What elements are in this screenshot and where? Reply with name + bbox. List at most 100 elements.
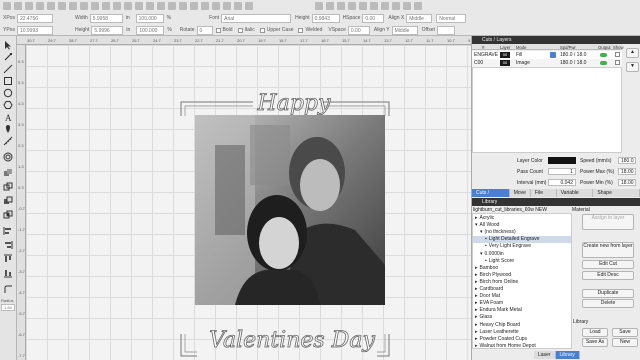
tree-arrow-icon[interactable]: ▸ <box>475 272 478 278</box>
layer-mode[interactable]: Fill <box>516 51 522 59</box>
library-item[interactable]: ▸ Door Mat <box>473 293 571 300</box>
assign-to-layer-button[interactable]: Assign to layer <box>582 214 634 230</box>
vspace-input[interactable]: 0.00 <box>347 25 370 35</box>
copy-icon[interactable] <box>80 2 88 10</box>
library-item[interactable]: ▸ Birch from Online <box>473 279 571 286</box>
position-laser-icon[interactable] <box>3 124 13 134</box>
library-item[interactable]: ▸ Heavy Chip Board <box>473 322 571 329</box>
rotate-icon[interactable] <box>381 2 389 10</box>
interval-input[interactable]: 0.042 <box>548 179 576 186</box>
camera-icon[interactable] <box>157 2 165 10</box>
upper-case-checkbox[interactable] <box>259 27 265 33</box>
edit-cut-button[interactable]: Edit Cut <box>582 260 634 269</box>
tree-arrow-icon[interactable]: ▸ <box>475 343 478 348</box>
library-item[interactable]: ▪ Very Light Engrave <box>473 243 571 250</box>
new-button[interactable]: New <box>612 338 638 347</box>
scale-x-input[interactable]: 100.000 <box>135 13 164 23</box>
device-icon[interactable] <box>190 2 198 10</box>
offset-icon[interactable] <box>414 2 422 10</box>
ellipse-tool-icon[interactable] <box>3 88 13 98</box>
output-toggle-icon[interactable] <box>600 53 607 57</box>
line-tool-icon[interactable] <box>3 64 13 74</box>
library-item[interactable]: ▸ Walnut from Home Depot <box>473 343 571 348</box>
power-max-input[interactable]: 18.00 <box>618 168 636 175</box>
zoom-fit-icon[interactable] <box>135 2 143 10</box>
tree-arrow-icon[interactable]: ▾ <box>480 229 483 235</box>
boolean-subtract-icon[interactable] <box>3 196 13 206</box>
tree-arrow-icon[interactable]: ▸ <box>475 307 478 313</box>
library-item[interactable]: ▸ Acrylic <box>473 215 571 222</box>
zoom-out-icon[interactable] <box>124 2 132 10</box>
group-icon[interactable] <box>359 2 367 10</box>
library-item[interactable]: ▾ All Wood <box>473 222 571 229</box>
boolean-intersect-icon[interactable] <box>3 210 13 220</box>
layer-entry-icon[interactable]: ▪ <box>485 243 487 249</box>
delete-button[interactable]: Delete <box>582 299 634 308</box>
happy-text[interactable]: Happy <box>249 91 339 117</box>
tree-arrow-icon[interactable]: ▸ <box>475 329 478 335</box>
tab-move[interactable]: Move <box>509 189 531 197</box>
tab-variable-text[interactable]: Variable Text <box>556 189 594 204</box>
undo-icon[interactable] <box>36 2 44 10</box>
show-checkbox[interactable] <box>615 52 620 57</box>
measure-tool-icon[interactable] <box>3 136 13 146</box>
save-button[interactable]: Save <box>612 328 638 337</box>
cut-icon[interactable] <box>69 2 77 10</box>
library-item[interactable]: ▪ Light Score <box>473 258 571 265</box>
tree-arrow-icon[interactable]: ▸ <box>475 279 478 285</box>
layer-color-swatch-large[interactable] <box>548 157 576 164</box>
engrave-photo[interactable] <box>195 115 385 305</box>
power-min-input[interactable]: 18.00 <box>618 179 636 186</box>
mode-dropdown-icon[interactable] <box>550 52 556 58</box>
valentines-day-text[interactable]: Valentines Day <box>197 328 387 354</box>
align-top-icon[interactable] <box>3 254 13 264</box>
align-left-icon[interactable] <box>3 226 13 236</box>
weld-shapes-icon[interactable] <box>3 168 13 178</box>
text-tool-icon[interactable]: A <box>3 112 13 123</box>
layer-mode[interactable]: Image <box>516 59 530 67</box>
width-input[interactable]: 5.9958 <box>89 13 123 23</box>
alignx-select[interactable]: Middle <box>406 13 433 23</box>
import-icon[interactable] <box>58 2 66 10</box>
tree-arrow-icon[interactable]: ▾ <box>475 222 478 228</box>
tree-arrow-icon[interactable]: ▸ <box>475 286 478 292</box>
library-item[interactable]: ▾ 0.0000in <box>473 251 571 258</box>
layer-entry-icon[interactable]: ▪ <box>485 258 487 264</box>
library-item[interactable]: ▸ Bamboo <box>473 265 571 272</box>
font-height-input[interactable]: 0.9843 <box>311 13 340 23</box>
library-item[interactable]: ▸ EVA Foam <box>473 300 571 307</box>
open-icon[interactable] <box>14 2 22 10</box>
boolean-icon[interactable] <box>392 2 400 10</box>
library-item[interactable]: ▸ Birch Plywood <box>473 272 571 279</box>
library-tree[interactable]: ▸ Acrylic ▾ All Wood ▾ (no thickness) ▪ Light D… <box>472 213 572 349</box>
create-from-layer-button[interactable]: Create new from layer <box>582 242 634 258</box>
tree-arrow-icon[interactable]: ▸ <box>475 314 478 320</box>
tree-arrow-icon[interactable]: ▸ <box>475 322 478 328</box>
layer-entry-icon[interactable]: ▪ <box>485 236 487 242</box>
notes-icon[interactable] <box>223 2 231 10</box>
pass-count-input[interactable]: 1 <box>548 168 576 175</box>
redo-icon[interactable] <box>47 2 55 10</box>
save-as-button[interactable]: Save As <box>582 338 608 347</box>
library-item[interactable]: ▾ (no thickness) <box>473 229 571 236</box>
font-select[interactable]: Arial <box>221 13 292 23</box>
load-button[interactable]: Load <box>582 328 608 337</box>
tree-arrow-icon[interactable]: ▸ <box>475 265 478 271</box>
speed-input[interactable]: 180.0 <box>618 157 636 164</box>
italic-checkbox[interactable] <box>237 27 243 33</box>
paste-icon[interactable] <box>91 2 99 10</box>
tree-arrow-icon[interactable]: ▸ <box>475 215 478 221</box>
radius-icon[interactable] <box>3 284 13 294</box>
duplicate-button[interactable]: Duplicate <box>582 289 634 298</box>
library-item[interactable]: ▸ Cardboard <box>473 286 571 293</box>
tree-arrow-icon[interactable]: ▸ <box>475 300 478 306</box>
align-bottom-icon[interactable] <box>3 268 13 278</box>
move-up-button[interactable]: ▲ <box>626 48 639 58</box>
align-center-icon[interactable] <box>326 2 334 10</box>
bold-checkbox[interactable] <box>215 27 221 33</box>
align-icon[interactable] <box>315 2 323 10</box>
polygon-tool-icon[interactable] <box>3 100 13 110</box>
edit-desc-button[interactable]: Edit Desc <box>582 271 634 280</box>
tab-cuts-layers[interactable]: Cuts / Layers <box>472 189 510 204</box>
offset-input[interactable] <box>436 25 455 35</box>
